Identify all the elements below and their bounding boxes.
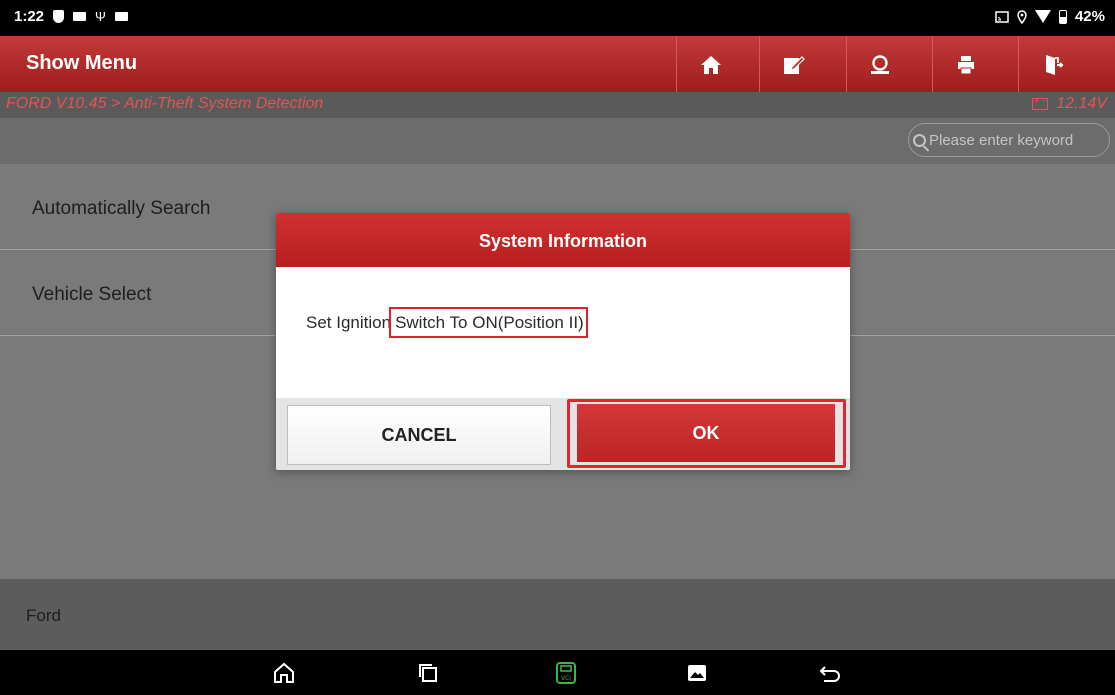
- nav-recents-button[interactable]: [415, 660, 441, 686]
- user-icon: [871, 55, 889, 74]
- svg-text:VCI: VCI: [561, 675, 571, 682]
- exit-icon: [1046, 55, 1064, 75]
- edit-report-button[interactable]: [768, 44, 820, 86]
- dialog-message-highlight: Switch To ON(Position II): [389, 307, 588, 338]
- path-bar: FORD V10.45 > Anti-Theft System Detectio…: [0, 92, 1115, 118]
- camera-icon: [73, 12, 87, 21]
- navigation-bar: VCI: [0, 650, 1115, 695]
- shield-icon: [53, 10, 65, 23]
- recents-icon: [419, 664, 437, 682]
- exit-button[interactable]: [1028, 44, 1080, 86]
- video-icon: [114, 12, 128, 21]
- home-icon: [701, 56, 721, 74]
- vci-icon: VCI: [556, 662, 576, 684]
- dialog-title: System Information: [276, 213, 850, 267]
- wifi-icon: [1034, 10, 1051, 23]
- dialog-message: Set Ignition Switch To ON(Position II): [306, 307, 588, 338]
- back-icon: [819, 666, 840, 682]
- search-input[interactable]: Please enter keyword: [908, 123, 1110, 157]
- usb-icon: Ψ: [95, 9, 106, 24]
- menu-item-label: Vehicle Select: [32, 284, 152, 305]
- footer-bar: Ford: [0, 579, 1115, 650]
- user-button[interactable]: [854, 44, 906, 86]
- print-button[interactable]: [940, 44, 992, 86]
- nav-home-button[interactable]: [271, 660, 297, 686]
- location-icon: [1017, 9, 1027, 24]
- nav-back-button[interactable]: [817, 660, 843, 686]
- ok-button[interactable]: OK: [577, 404, 835, 462]
- title-bar: Show Menu: [0, 36, 1115, 92]
- status-time: 1:22: [14, 8, 45, 25]
- edit-report-icon: [784, 56, 805, 74]
- voltage-indicator: 12.14V: [1032, 95, 1107, 113]
- menu-item-label: Automatically Search: [32, 198, 211, 219]
- page-title: Show Menu: [26, 52, 138, 74]
- status-bar: 1:22 Ψ 42%: [0, 0, 1115, 36]
- cast-icon: [995, 10, 1009, 23]
- breadcrumb: FORD V10.45 > Anti-Theft System Detectio…: [6, 95, 324, 112]
- search-placeholder: Please enter keyword: [929, 131, 1074, 149]
- car-battery-icon: [1032, 96, 1049, 110]
- nav-gallery-button[interactable]: [684, 660, 710, 686]
- home-outline-icon: [274, 662, 294, 683]
- cancel-button[interactable]: CANCEL: [287, 405, 551, 465]
- battery-percent: 42%: [1074, 8, 1105, 25]
- gallery-icon: [688, 665, 706, 681]
- dialog-message-prefix: Set Ignition: [306, 313, 392, 332]
- home-button[interactable]: [685, 44, 737, 86]
- nav-vci-button[interactable]: VCI: [553, 660, 579, 686]
- print-icon: [958, 56, 974, 75]
- voltage-value: 12.14V: [1056, 95, 1107, 112]
- search-icon: [913, 133, 926, 147]
- battery-icon: [1058, 9, 1067, 24]
- system-information-dialog: System Information Set Ignition Switch To…: [276, 213, 850, 470]
- footer-label: Ford: [26, 606, 61, 625]
